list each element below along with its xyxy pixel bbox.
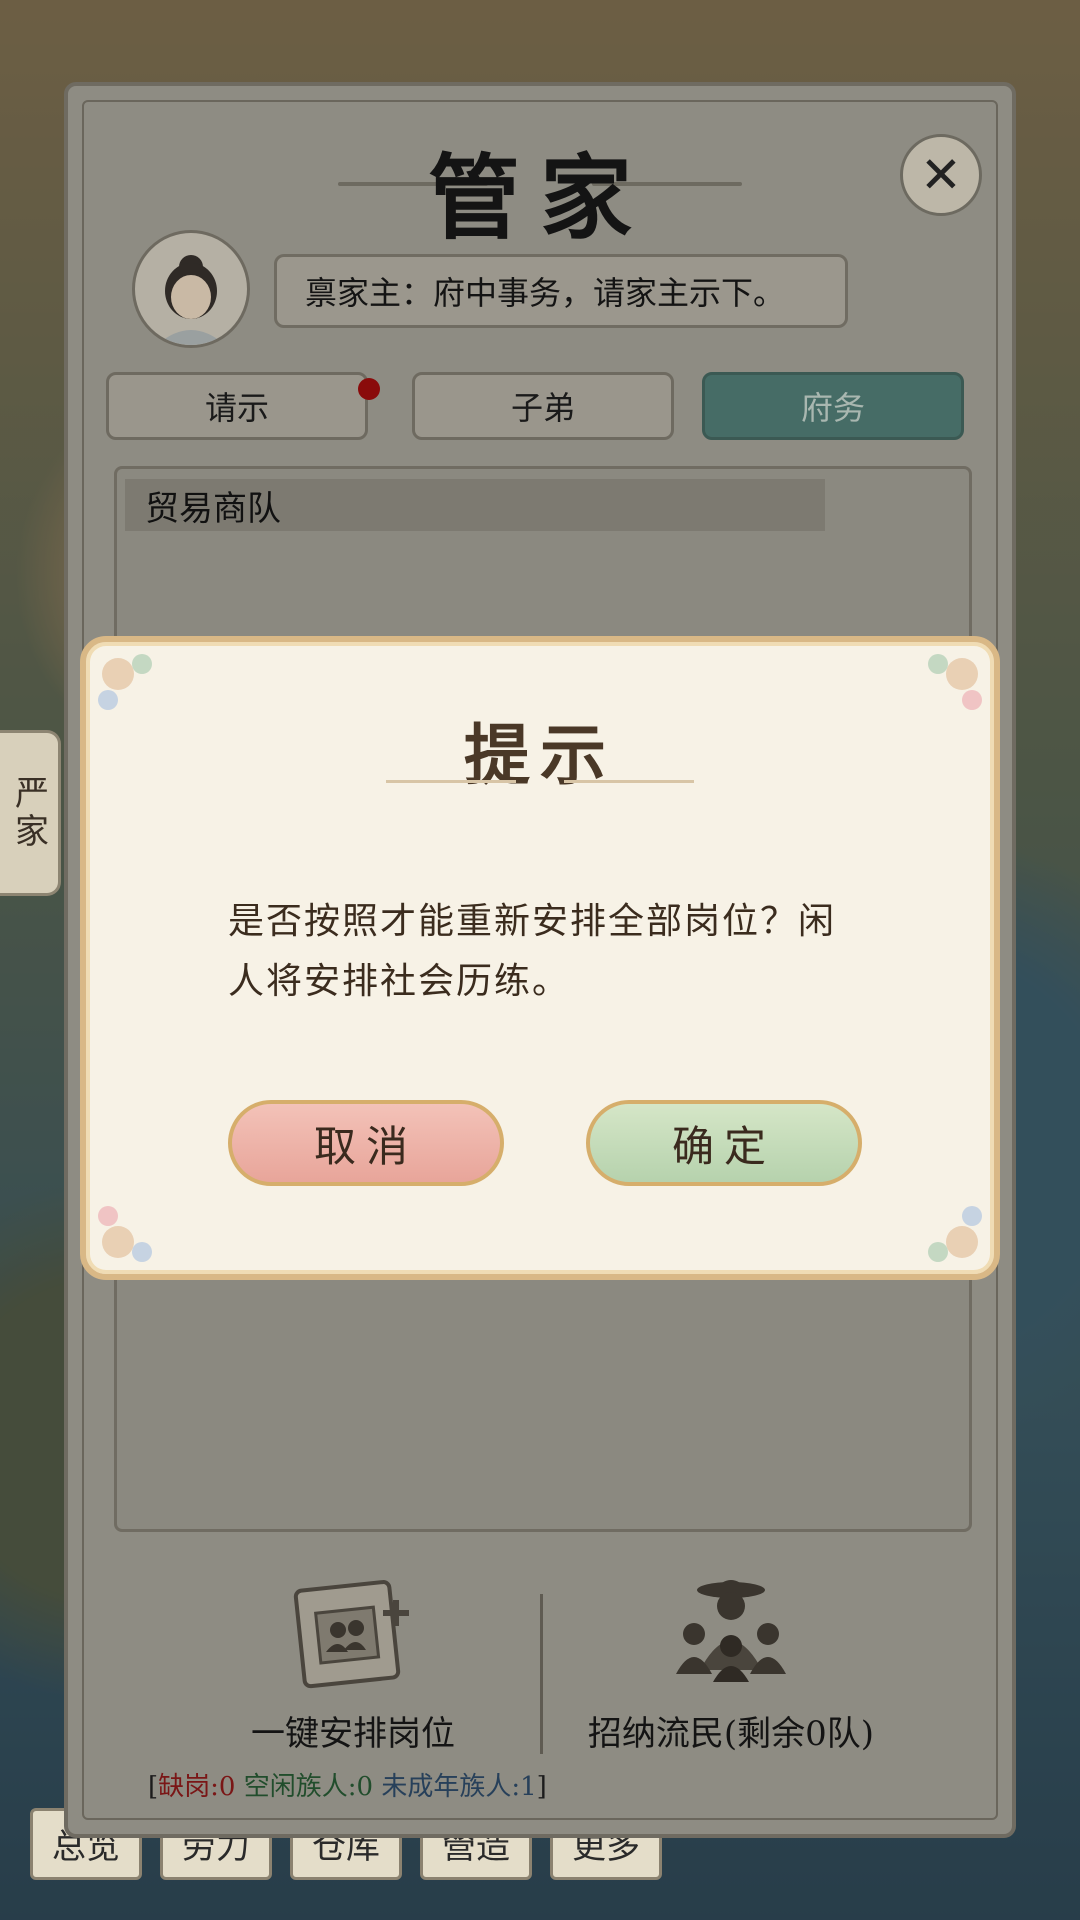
dialog-message: 是否按照才能重新安排全部岗位？闲人将安排社会历练。 (228, 901, 837, 1002)
floral-corner-icon (928, 1206, 982, 1262)
status-bracket-close: ] (536, 1772, 547, 1802)
assign-jobs-label: 一键安排岗位 (251, 1714, 455, 1754)
confirm-button[interactable]: 确定 (586, 1100, 862, 1186)
notification-dot (358, 378, 380, 400)
floral-corner-icon (98, 1206, 152, 1262)
tab-children[interactable]: 子弟 (412, 372, 674, 440)
recruit-refugees-button[interactable]: 招纳流民(剩余0队) (576, 1570, 886, 1755)
side-tab-family[interactable]: 严家 (0, 730, 61, 896)
tab-requests[interactable]: 请示 (106, 372, 368, 440)
dialog-title-ornament-left (386, 780, 516, 783)
steward-avatar (132, 230, 250, 348)
confirm-dialog: 提示 是否按照才能重新安排全部岗位？闲人将安排社会历练。 取消 确定 (80, 636, 1000, 1280)
refugees-icon (676, 1580, 786, 1682)
steward-speech: 禀家主：府中事务，请家主示下。 (274, 254, 848, 328)
job-status-line: [缺岗:0 空闲族人:0 未成年族人:1] (148, 1766, 547, 1803)
close-icon: ✕ (920, 146, 962, 204)
tab-household[interactable]: 府务 (702, 372, 964, 440)
assign-jobs-button[interactable]: 一键安排岗位 (208, 1570, 498, 1755)
status-bracket-open: [ (148, 1772, 159, 1802)
status-idle: 空闲族人:0 (243, 1772, 374, 1802)
close-button[interactable]: ✕ (900, 134, 982, 216)
status-vacancy: 缺岗:0 (158, 1772, 236, 1802)
status-minor: 未成年族人:1 (381, 1772, 537, 1802)
cancel-button[interactable]: 取消 (228, 1100, 504, 1186)
list-header-trade-caravan: 贸易商队 (125, 479, 825, 531)
dialog-title: 提示 (464, 716, 616, 794)
dialog-title-ornament-right (564, 780, 694, 783)
recruit-refugees-label: 招纳流民(剩余0队) (587, 1714, 875, 1754)
scroll-people-icon (293, 1580, 409, 1689)
action-divider (540, 1594, 543, 1754)
